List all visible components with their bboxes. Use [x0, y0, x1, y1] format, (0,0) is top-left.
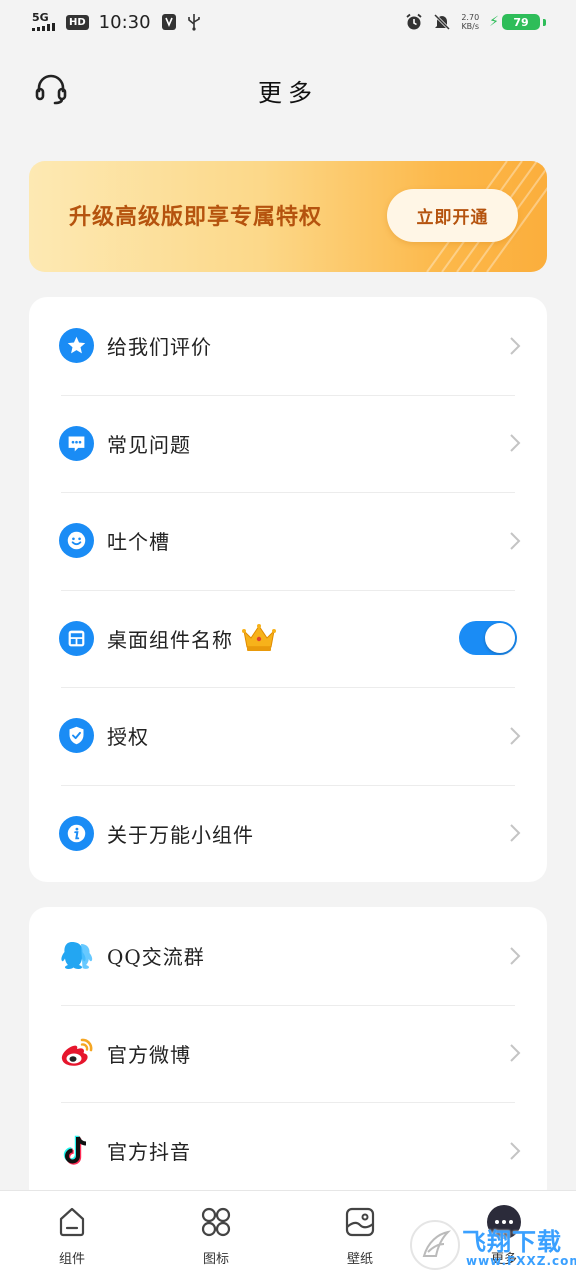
- widget-tab-icon: [59, 1207, 85, 1237]
- hd-badge: HD: [66, 14, 89, 30]
- alarm-icon: [406, 13, 422, 30]
- battery-cap: [543, 18, 546, 26]
- premium-banner[interactable]: 升级高级版即享专属特权 立即开通: [29, 161, 547, 272]
- chevron-right-icon: [510, 727, 521, 745]
- crown-icon: [242, 624, 276, 652]
- signal-icon: 5G: [32, 11, 56, 31]
- status-time: 10:30: [98, 11, 151, 33]
- mute-icon: [434, 13, 451, 31]
- icons-tab-icon: [201, 1207, 231, 1237]
- charging-icon: ⚡: [489, 14, 499, 30]
- tab-icons-label: 图标: [202, 1252, 229, 1267]
- weibo-label: 官方微博: [107, 1042, 191, 1067]
- rate-us-label: 给我们评价: [107, 335, 212, 360]
- widget-name-label: 桌面组件名称: [107, 627, 233, 652]
- app-notification-icon: [161, 14, 176, 30]
- douyin-icon: [59, 1133, 95, 1169]
- community-card: QQ交流群 官方微博 官方抖音: [29, 907, 547, 1207]
- qq-group-item[interactable]: QQ交流群: [29, 907, 547, 1005]
- chevron-right-icon: [510, 947, 521, 965]
- feedback-item[interactable]: 吐个槽: [29, 492, 547, 590]
- status-bar: 5G HD 10:30 2.70 KB/s ⚡ 79: [0, 0, 576, 44]
- tab-widgets[interactable]: 组件: [0, 1191, 144, 1280]
- about-item[interactable]: 关于万能小组件: [29, 784, 547, 883]
- net-speed: 2.70 KB/s: [461, 13, 479, 31]
- tab-widgets-label: 组件: [58, 1252, 85, 1267]
- net-speed-unit: KB/s: [461, 22, 480, 31]
- status-left: 5G HD 10:30: [32, 12, 201, 33]
- qq-icon: [59, 938, 95, 974]
- info-icon: [59, 815, 94, 851]
- shield-check-icon: [59, 718, 94, 754]
- premium-banner-text: 升级高级版即享专属特权: [69, 204, 323, 230]
- tab-wallpaper-label: 壁纸: [346, 1252, 373, 1267]
- watermark-subtitle: www.FXXZ.com: [466, 1254, 576, 1268]
- usb-icon: [187, 14, 200, 31]
- chat-bubble-icon: [59, 425, 94, 461]
- chevron-right-icon: [510, 532, 521, 550]
- net-speed-value: 2.70: [461, 13, 480, 22]
- smiley-icon: [59, 523, 94, 559]
- weibo-item[interactable]: 官方微博: [29, 1004, 547, 1103]
- wallpaper-tab-icon: [345, 1207, 375, 1237]
- battery-indicator: ⚡ 79: [489, 14, 546, 30]
- activate-now-button[interactable]: 立即开通: [387, 189, 518, 242]
- headset-icon[interactable]: [34, 72, 68, 106]
- widget-name-item: 桌面组件名称: [29, 589, 547, 688]
- douyin-item[interactable]: 官方抖音: [29, 1102, 547, 1200]
- chevron-right-icon: [510, 337, 521, 355]
- qq-group-label: QQ交流群: [107, 945, 205, 970]
- page-title: 更多: [258, 78, 318, 107]
- settings-card: 给我们评价 常见问题 吐个槽 桌面组件名称 授权 关于万能小组件: [29, 297, 547, 882]
- about-label: 关于万能小组件: [107, 822, 254, 847]
- battery-level: 79: [502, 14, 540, 30]
- douyin-label: 官方抖音: [107, 1140, 191, 1165]
- watermark-title: 飞翔下载: [462, 1228, 562, 1256]
- toggle-knob: [485, 623, 515, 654]
- network-type: 5G: [32, 11, 49, 24]
- authorization-label: 授权: [107, 725, 149, 750]
- faq-item[interactable]: 常见问题: [29, 394, 547, 493]
- feedback-label: 吐个槽: [107, 530, 170, 555]
- weibo-icon: [59, 1035, 95, 1071]
- watermark-logo-icon: [410, 1220, 460, 1270]
- chevron-right-icon: [510, 434, 521, 452]
- status-right: 2.70 KB/s ⚡ 79: [405, 13, 546, 31]
- chevron-right-icon: [510, 1044, 521, 1062]
- tab-icons[interactable]: 图标: [144, 1191, 288, 1280]
- chevron-right-icon: [510, 824, 521, 842]
- star-icon: [59, 328, 94, 364]
- faq-label: 常见问题: [107, 432, 191, 457]
- chevron-right-icon: [510, 1142, 521, 1160]
- authorization-item[interactable]: 授权: [29, 687, 547, 785]
- rate-us-item[interactable]: 给我们评价: [29, 297, 547, 395]
- site-watermark: 飞翔下载 www.FXXZ.com: [408, 1218, 576, 1274]
- widget-icon: [59, 620, 94, 656]
- page-header: 更多: [0, 62, 576, 118]
- widget-name-toggle[interactable]: [459, 621, 517, 656]
